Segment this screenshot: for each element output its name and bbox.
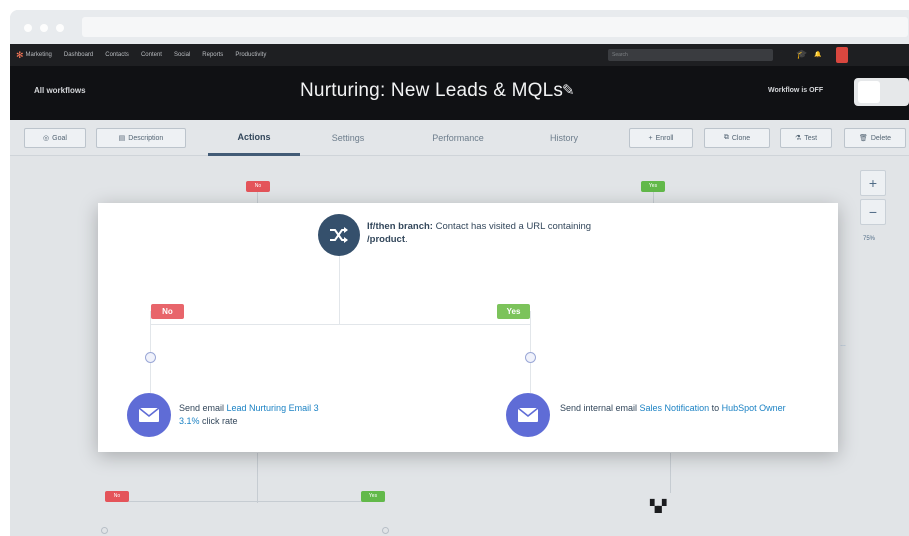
loading-spinner-icon: ▚▞ xyxy=(650,499,667,513)
goal-button[interactable]: ◎ Goal xyxy=(24,128,86,148)
nav-content[interactable]: Content xyxy=(141,52,162,58)
test-button[interactable]: ⚗ Test xyxy=(780,128,832,148)
workflow-header: All workflows Nurturing: New Leads & MQL… xyxy=(10,66,909,120)
bg-partial-text: … xyxy=(840,342,846,348)
connector-line xyxy=(150,363,151,393)
bg-connector xyxy=(113,501,385,502)
all-workflows-link[interactable]: All workflows xyxy=(34,86,86,95)
bg-connector xyxy=(257,453,258,503)
nav-marketing[interactable]: Marketing xyxy=(26,52,52,58)
zoom-out-button[interactable]: − xyxy=(860,199,886,225)
click-rate-value: 3.1% xyxy=(179,416,200,426)
nav-productivity[interactable]: Productivity xyxy=(235,52,266,58)
close-window-dot[interactable] xyxy=(24,24,32,32)
clone-button[interactable]: ⧉ Clone xyxy=(704,128,770,148)
avatar[interactable] xyxy=(836,47,848,63)
connector-line xyxy=(339,256,340,324)
graduation-cap-icon[interactable]: 🎓 xyxy=(796,49,807,60)
bg-no-badge: No xyxy=(105,491,129,502)
branch-condition: Contact has visited a URL containing xyxy=(432,221,592,232)
email-name-link[interactable]: Lead Nurturing Email 3 xyxy=(227,403,319,413)
description-button-label: Description xyxy=(128,134,164,142)
send-email-action[interactable]: Send email Lead Nurturing Email 3 3.1% c… xyxy=(179,402,439,428)
minimize-window-dot[interactable] xyxy=(40,24,48,32)
workflow-toggle[interactable] xyxy=(854,78,909,106)
connector-line xyxy=(150,324,531,325)
bg-yes-badge: Yes xyxy=(361,491,385,502)
enroll-button-label: Enroll xyxy=(655,134,674,142)
add-action-node[interactable] xyxy=(525,352,536,363)
envelope-icon[interactable] xyxy=(127,393,171,437)
clone-button-label: Clone xyxy=(731,134,751,142)
tab-performance[interactable]: Performance xyxy=(406,120,510,156)
tab-settings[interactable]: Settings xyxy=(302,120,394,156)
nav-dashboard[interactable]: Dashboard xyxy=(64,52,93,58)
flask-icon: ⚗ xyxy=(794,135,802,142)
yes-branch-badge: Yes xyxy=(497,304,530,319)
add-action-node[interactable] xyxy=(145,352,156,363)
nav-social[interactable]: Social xyxy=(174,52,190,58)
branch-detail-card: If/then branch: Contact has visited a UR… xyxy=(98,203,838,452)
browser-chrome xyxy=(10,10,909,44)
goal-button-label: Goal xyxy=(52,134,67,142)
bg-node-dot xyxy=(382,527,389,534)
connector-line xyxy=(530,363,531,393)
click-rate-suffix: click rate xyxy=(199,416,238,426)
tab-history[interactable]: History xyxy=(522,120,606,156)
workflow-status-label: Workflow is OFF xyxy=(768,87,824,94)
bg-yes-badge: Yes xyxy=(641,181,665,192)
bg-node-dot xyxy=(101,527,108,534)
nav-contacts[interactable]: Contacts xyxy=(105,52,129,58)
trash-icon: 🗑 xyxy=(858,135,868,142)
address-bar[interactable] xyxy=(82,17,908,37)
action-toolbar: ◎ Goal ▤ Description Actions Settings Pe… xyxy=(10,120,909,156)
page-title[interactable]: Nurturing: New Leads & MQLs xyxy=(300,80,563,102)
internal-email-prefix: Send internal email xyxy=(560,403,640,413)
no-branch-badge: No xyxy=(151,304,184,319)
sprocket-icon[interactable]: ✻ xyxy=(16,50,24,61)
test-button-label: Test xyxy=(804,134,818,142)
connector-line xyxy=(530,311,531,358)
nav-reports[interactable]: Reports xyxy=(202,52,223,58)
delete-button[interactable]: 🗑 Delete xyxy=(844,128,906,148)
shuffle-icon[interactable] xyxy=(318,214,360,256)
branch-description[interactable]: If/then branch: Contact has visited a UR… xyxy=(367,220,627,246)
document-icon: ▤ xyxy=(118,135,126,142)
envelope-icon[interactable] xyxy=(506,393,550,437)
plus-icon: + xyxy=(648,134,653,142)
maximize-window-dot[interactable] xyxy=(56,24,64,32)
search-input[interactable]: Search xyxy=(608,49,773,61)
branch-end: . xyxy=(405,234,408,245)
tab-actions[interactable]: Actions xyxy=(208,120,300,156)
bg-connector xyxy=(670,453,671,493)
copy-icon: ⧉ xyxy=(723,134,729,141)
send-internal-email-action[interactable]: Send internal email Sales Notification t… xyxy=(560,402,832,415)
branch-url-value: /product xyxy=(367,234,405,245)
enroll-button[interactable]: + Enroll xyxy=(629,128,693,148)
delete-button-label: Delete xyxy=(870,134,892,142)
internal-email-middle: to xyxy=(709,403,722,413)
zoom-level: 75% xyxy=(863,236,876,242)
bg-no-badge: No xyxy=(246,181,270,192)
target-icon: ◎ xyxy=(43,135,50,142)
description-button[interactable]: ▤ Description xyxy=(96,128,186,148)
top-navigation: ✻ Marketing Dashboard Contacts Content S… xyxy=(10,44,909,66)
recipient-link[interactable]: HubSpot Owner xyxy=(722,403,786,413)
branch-title: If/then branch: xyxy=(367,221,433,232)
internal-email-link[interactable]: Sales Notification xyxy=(640,403,710,413)
toggle-knob[interactable] xyxy=(858,81,880,103)
zoom-in-button[interactable]: + xyxy=(860,170,886,196)
send-email-prefix: Send email xyxy=(179,403,227,413)
window-controls xyxy=(24,24,64,32)
pencil-icon[interactable]: ✎ xyxy=(562,81,575,99)
bell-icon[interactable]: 🔔 xyxy=(814,51,821,58)
